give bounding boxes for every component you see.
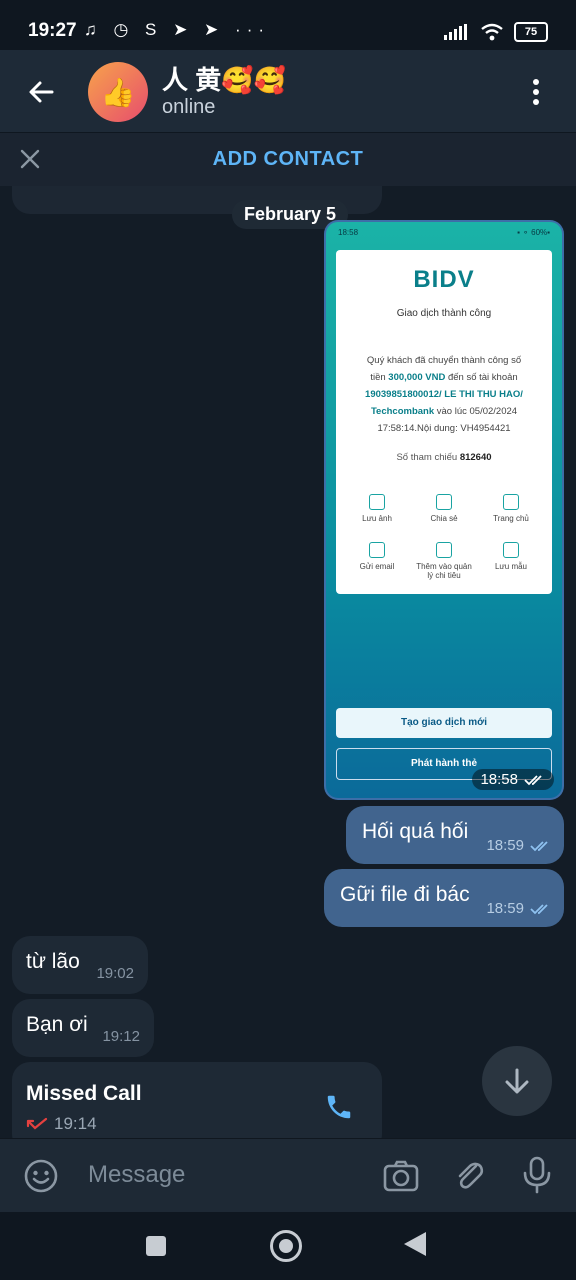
transfer-receipt: BIDV Giao dịch thành công Quý khách đã c… (336, 250, 552, 594)
more-options-icon[interactable] (516, 72, 556, 112)
notification-icons: ♫ ◷ S ➤ ➤ ··· (84, 20, 271, 39)
message-meta: 18:59 (486, 837, 552, 854)
receipt-reference: Số tham chiếu 812640 (396, 452, 492, 463)
missed-call-title: Missed Call (26, 1082, 142, 1105)
message-meta: 18:59 (486, 900, 552, 917)
message-text: Bạn ơi (26, 1013, 88, 1036)
message-text: Hối quá hối (362, 820, 469, 843)
recents-icon[interactable] (146, 1236, 166, 1256)
send-email-action: Gửi email (346, 542, 408, 571)
message-time: 19:02 (96, 965, 134, 982)
bank-logo: BIDV (413, 266, 475, 293)
phone-icon[interactable] (324, 1092, 354, 1122)
image-icon (369, 494, 385, 510)
receipt-line-1: Quý khách đã chuyển thành công số (366, 355, 522, 366)
image-message-meta: 18:58 (472, 769, 554, 790)
missed-call-meta: 19:14 (26, 1114, 97, 1134)
receipt-line-5: 17:58:14.Nội dung: VH4954421 (377, 423, 511, 434)
system-nav-bar (0, 1212, 576, 1280)
emoji-icon[interactable] (22, 1157, 60, 1195)
message-text: Gữi file đi bác (340, 883, 470, 906)
add-contact-button[interactable]: ADD CONTACT (0, 148, 576, 171)
arrow-down-icon (505, 1068, 529, 1094)
status-right: 75 (444, 22, 548, 42)
scroll-down-button[interactable] (482, 1046, 552, 1116)
receipt-account: 19039851800012/ LE THI THU HAO/ (365, 389, 523, 400)
home-action: Trang chủ (480, 494, 542, 523)
avatar[interactable]: 👍 (88, 62, 148, 122)
chat-header: 👍 人 黄🥰🥰 online (0, 50, 576, 132)
share-icon (436, 494, 452, 510)
save-image-action: Lưu ảnh (346, 494, 408, 523)
receipt-subtitle: Giao dịch thành công (396, 308, 492, 319)
message-time: 19:12 (102, 1028, 140, 1045)
receipt-bank: Techcombank (370, 406, 435, 417)
back-nav-icon[interactable] (404, 1232, 426, 1256)
home-nav-icon[interactable] (270, 1230, 302, 1262)
save-template-action: Lưu mẫu (480, 542, 542, 571)
screenshot-image: 18:58 ▪ ⚬ 60%▪ BIDV Giao dịch thành công… (326, 222, 562, 798)
message-bubble-in[interactable]: từ lão 19:02 (12, 936, 148, 994)
missed-call-bubble[interactable]: Missed Call 19:14 (12, 1062, 382, 1138)
add-expense-action: Thêm vào quản lý chi tiêu (413, 542, 475, 580)
avatar-emoji: 👍 (100, 76, 136, 108)
missed-call-arrow-icon (26, 1117, 48, 1130)
receipt-line-2: tiền 300,000 VND đến số tài khoản (370, 372, 518, 383)
contact-name[interactable]: 人 黄🥰🥰 (162, 60, 286, 97)
receipt-line-4: Techcombank vào lúc 05/02/2024 (370, 406, 518, 417)
status-time: 19:27 (28, 20, 77, 41)
share-action: Chia sẻ (413, 494, 475, 523)
reference-number: 812640 (459, 452, 492, 463)
chat-area[interactable]: February 5 18:58 ▪ ⚬ 60%▪ BIDV Giao dịch… (0, 186, 576, 1138)
message-input[interactable]: Message (88, 1161, 185, 1189)
message-bubble-out[interactable]: Gữi file đi bác 18:59 (324, 869, 564, 927)
message-time: 18:58 (480, 771, 518, 788)
message-bubble-out[interactable]: Hối quá hối 18:59 (346, 806, 564, 864)
contact-status: online (162, 96, 216, 118)
message-bubble-in[interactable]: Bạn ơi 19:12 (12, 999, 154, 1057)
add-contact-bar: ADD CONTACT (0, 132, 576, 187)
double-check-icon (530, 903, 548, 914)
wallet-icon (436, 542, 452, 558)
double-check-icon (530, 840, 548, 851)
double-check-icon (524, 774, 542, 785)
missed-call-time: 19:14 (54, 1114, 97, 1133)
receipt-amount: 300,000 VND (388, 372, 446, 383)
attach-icon[interactable] (452, 1157, 488, 1195)
mail-icon (369, 542, 385, 558)
microphone-icon[interactable] (520, 1155, 554, 1195)
battery-icon: 75 (514, 22, 548, 42)
message-input-bar: Message (0, 1138, 576, 1213)
back-arrow-icon[interactable] (22, 72, 62, 112)
new-transaction-button: Tạo giao dịch mới (336, 708, 552, 738)
document-icon (503, 542, 519, 558)
signal-icon (444, 24, 467, 40)
receipt-details: Quý khách đã chuyển thành công số tiền 3… (350, 352, 538, 437)
image-message[interactable]: 18:58 ▪ ⚬ 60%▪ BIDV Giao dịch thành công… (324, 220, 564, 800)
camera-icon[interactable] (382, 1157, 420, 1195)
screenshot-status-time: 18:58 (338, 228, 359, 237)
screenshot-status-right: ▪ ⚬ 60%▪ (517, 228, 550, 237)
message-text: từ lão (26, 950, 80, 973)
wifi-icon (481, 23, 503, 41)
home-icon (503, 494, 519, 510)
